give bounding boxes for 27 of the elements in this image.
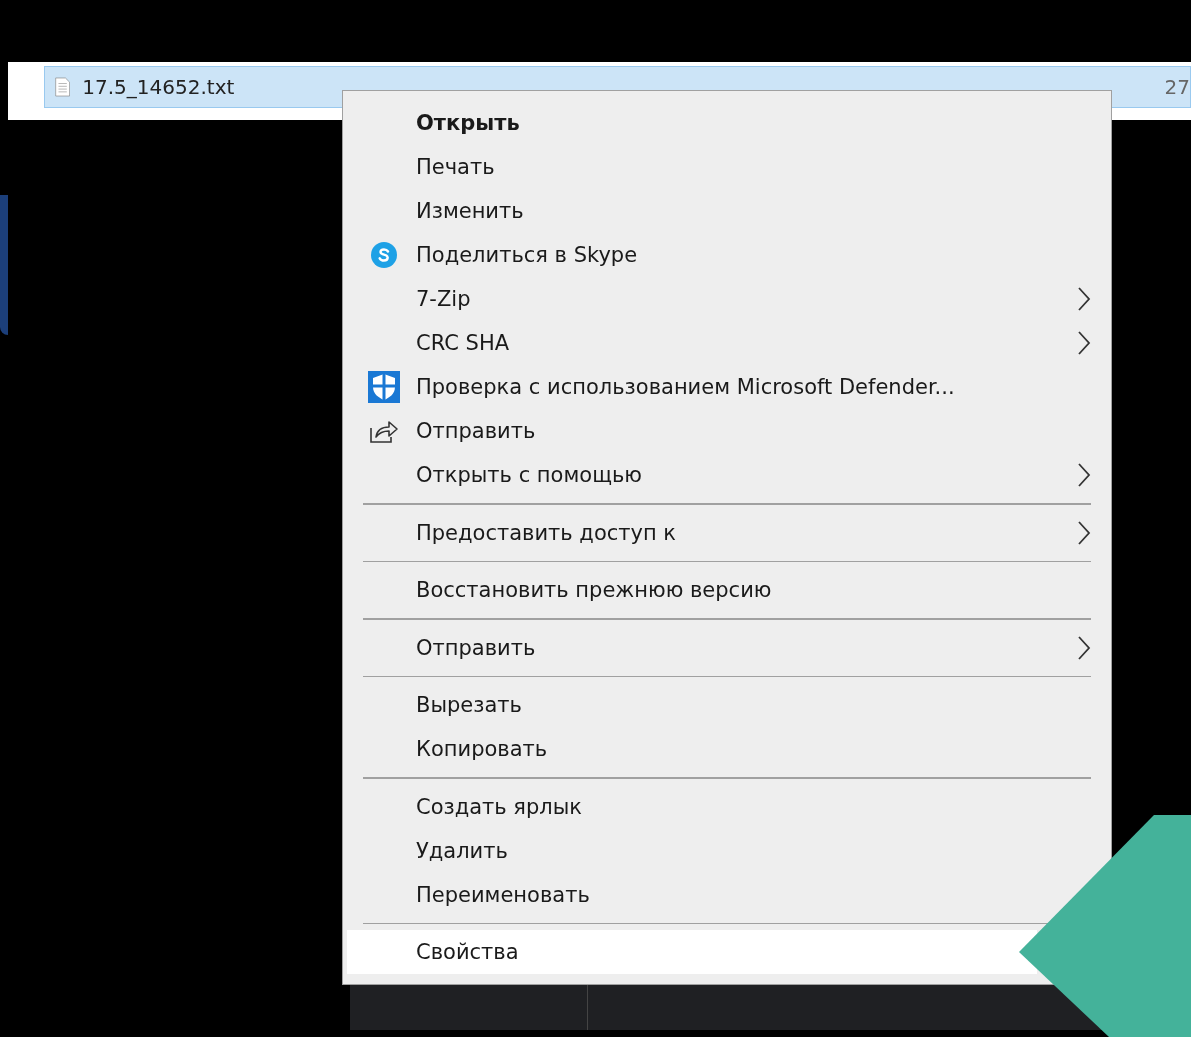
menu-item[interactable]: Вырезать (347, 683, 1037, 727)
menu-item[interactable]: Восстановить прежнюю версию (347, 568, 1037, 612)
menu-item[interactable]: 7-Zip (347, 277, 1091, 321)
menu-item[interactable]: Отправить (347, 409, 1037, 453)
chevron-right-icon (1077, 519, 1091, 546)
menu-item[interactable]: Предоставить доступ к (347, 510, 1091, 555)
menu-item[interactable]: Удалить (347, 828, 1037, 873)
shield-icon (367, 371, 400, 403)
chevron-right-icon (1077, 634, 1091, 661)
menu-item[interactable]: Печать (347, 145, 1037, 189)
share-icon (368, 418, 399, 444)
chevron-right-icon (1077, 286, 1091, 312)
chevron-right-icon (1077, 330, 1091, 356)
menu-item[interactable]: Копировать (347, 727, 1037, 771)
menu-item[interactable]: Проверка с использованием Microsoft Defender... (347, 365, 1037, 409)
menu-item[interactable]: Переименовать (347, 872, 1037, 917)
menu-item[interactable]: Открыть с помощью (347, 453, 1091, 497)
file-size: 27 (1164, 75, 1190, 99)
menu-item[interactable]: Изменить (347, 189, 1037, 233)
menu-item[interactable]: Создать ярлык (347, 784, 1037, 829)
menu-item[interactable]: Поделиться в Skype (347, 233, 1037, 277)
menu-item[interactable]: Свойства (347, 930, 1037, 974)
file-name: 17.5_14652.txt (82, 75, 236, 99)
menu-item[interactable]: Отправить (347, 625, 1091, 670)
chevron-right-icon (1077, 462, 1091, 488)
menu-item[interactable]: CRC SHA (347, 321, 1091, 365)
skype-icon (369, 241, 398, 269)
